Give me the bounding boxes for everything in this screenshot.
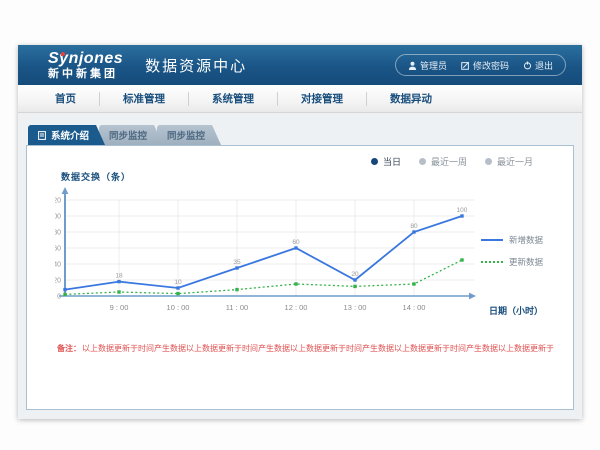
user-menu: 管理员 修改密码 退出: [395, 54, 566, 76]
tab-sync-monitor-1[interactable]: 同步监控: [99, 125, 163, 145]
y-axis-title: 数据交换（条）: [61, 170, 131, 183]
svg-text:120: 120: [55, 198, 61, 205]
svg-text:60: 60: [55, 246, 61, 253]
document-icon: [38, 131, 46, 140]
page-title: 数据资源中心: [145, 55, 247, 76]
power-icon: [523, 61, 532, 70]
logo-text-cn: 新中新集团: [48, 69, 123, 80]
svg-text:11 : 00: 11 : 00: [226, 303, 248, 312]
logo-red-accent: [61, 52, 65, 56]
svg-text:80: 80: [55, 230, 61, 237]
content-area: 系统介绍 同步监控 同步监控 当日 最近一周: [18, 113, 582, 418]
chart-card: 当日 最近一周 最近一月 数据交换（条） 0 20 40 60 80 100 120 9 : …: [26, 145, 574, 410]
nav-item-home[interactable]: 首页: [32, 91, 99, 106]
legend-item-new-data: 新增数据: [481, 234, 559, 246]
tab-bar: 系统介绍 同步监控 同步监控: [28, 125, 574, 145]
footnote-prefix: 备注：: [57, 344, 81, 353]
range-filter-group: 当日 最近一周 最近一月: [353, 155, 533, 168]
tab-system-intro[interactable]: 系统介绍: [28, 125, 105, 145]
nav-item-standard-mgmt[interactable]: 标准管理: [100, 91, 188, 106]
svg-text:10 : 00: 10 : 00: [167, 303, 190, 312]
footnote: 备注：以上数据更新于时间产生数据以上数据更新于时间产生数据以上数据更新于时间产生…: [57, 343, 554, 354]
solid-line-icon: [481, 239, 503, 241]
page: Synjones 新中新集团 数据资源中心 管理员 修改密码 退出: [0, 0, 600, 450]
svg-text:60: 60: [292, 239, 300, 246]
legend-item-update-data: 更新数据: [481, 256, 559, 268]
svg-text:9 : 00: 9 : 00: [110, 303, 129, 312]
svg-text:100: 100: [457, 207, 468, 214]
radio-dot-icon: [485, 158, 492, 165]
nav-item-interface-mgmt[interactable]: 对接管理: [278, 91, 366, 106]
radio-dot-icon: [419, 158, 426, 165]
dotted-line-icon: [481, 261, 503, 263]
svg-text:20: 20: [351, 271, 359, 278]
radio-today[interactable]: 当日: [371, 155, 401, 168]
nav-item-system-mgmt[interactable]: 系统管理: [189, 91, 277, 106]
logout-button[interactable]: 退出: [523, 59, 553, 72]
change-password-button[interactable]: 修改密码: [461, 59, 509, 72]
svg-text:10: 10: [174, 279, 182, 286]
logo-text-en: Synjones: [48, 51, 123, 67]
main-nav: 首页 标准管理 系统管理 对接管理 数据异动: [18, 85, 582, 113]
edit-icon: [461, 61, 470, 70]
svg-text:14 : 00: 14 : 00: [403, 303, 426, 312]
logo: Synjones 新中新集团: [48, 51, 123, 80]
header: Synjones 新中新集团 数据资源中心 管理员 修改密码 退出: [18, 45, 582, 85]
chart-container: 0 20 40 60 80 100 120 9 : 00 10 : 00 11 : 00 12 : …: [55, 186, 487, 322]
radio-last-week[interactable]: 最近一周: [419, 155, 467, 168]
x-axis-title: 日期（小时）: [489, 304, 543, 317]
svg-text:40: 40: [55, 262, 61, 269]
svg-text:80: 80: [410, 223, 418, 230]
svg-text:20: 20: [55, 278, 61, 285]
user-name[interactable]: 管理员: [408, 59, 447, 72]
svg-text:35: 35: [233, 259, 241, 266]
radio-last-month[interactable]: 最近一月: [485, 155, 533, 168]
line-chart: 0 20 40 60 80 100 120 9 : 00 10 : 00 11 : 00 12 : …: [55, 186, 487, 322]
svg-text:0: 0: [57, 294, 61, 301]
radio-dot-icon: [371, 158, 378, 165]
svg-text:18: 18: [115, 273, 123, 280]
svg-text:12 : 00: 12 : 00: [285, 303, 308, 312]
tab-sync-monitor-2[interactable]: 同步监控: [157, 125, 221, 145]
chart-legend: 新增数据 更新数据: [481, 234, 559, 278]
nav-item-data-change[interactable]: 数据异动: [367, 91, 455, 106]
svg-text:13 : 00: 13 : 00: [344, 303, 367, 312]
footnote-text: 以上数据更新于时间产生数据以上数据更新于时间产生数据以上数据更新于时间产生数据以…: [82, 344, 554, 353]
app-window: Synjones 新中新集团 数据资源中心 管理员 修改密码 退出: [18, 45, 582, 419]
svg-text:100: 100: [55, 214, 61, 221]
user-icon: [408, 61, 417, 70]
